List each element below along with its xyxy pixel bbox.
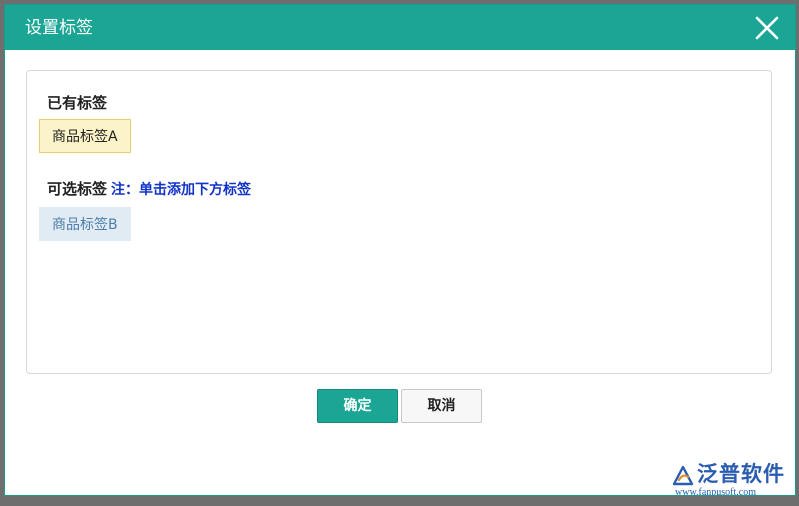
confirm-button[interactable]: 确定 — [317, 389, 398, 423]
optional-tags-heading: 可选标签 注：单击添加下方标签 — [47, 179, 251, 200]
optional-tags-note: 注：单击添加下方标签 — [111, 182, 252, 198]
dialog-title: 设置标签 — [25, 18, 93, 38]
optional-tag[interactable]: 商品标签B — [39, 207, 131, 241]
dialog-titlebar: 设置标签 — [5, 5, 795, 50]
watermark-name: 泛普软件 — [697, 462, 785, 486]
fanpu-logo-icon — [672, 465, 694, 486]
cancel-button[interactable]: 取消 — [401, 389, 482, 423]
tags-panel: 已有标签 商品标签A 可选标签 注：单击添加下方标签 商品标签B — [26, 70, 772, 374]
watermark-url: www.fanpusoft.com — [675, 487, 757, 496]
set-tags-dialog: 设置标签 已有标签 商品标签A 可选标签 注：单击添加下方标签 商品标签B 确定 … — [4, 4, 796, 496]
close-icon[interactable] — [753, 14, 781, 42]
optional-tags-heading-text: 可选标签 — [47, 180, 108, 198]
existing-tag[interactable]: 商品标签A — [39, 119, 131, 153]
existing-tags-heading-text: 已有标签 — [47, 94, 108, 112]
existing-tags-heading: 已有标签 — [47, 93, 107, 113]
watermark: 泛普软件 www.fanpusoft.com — [669, 461, 795, 496]
